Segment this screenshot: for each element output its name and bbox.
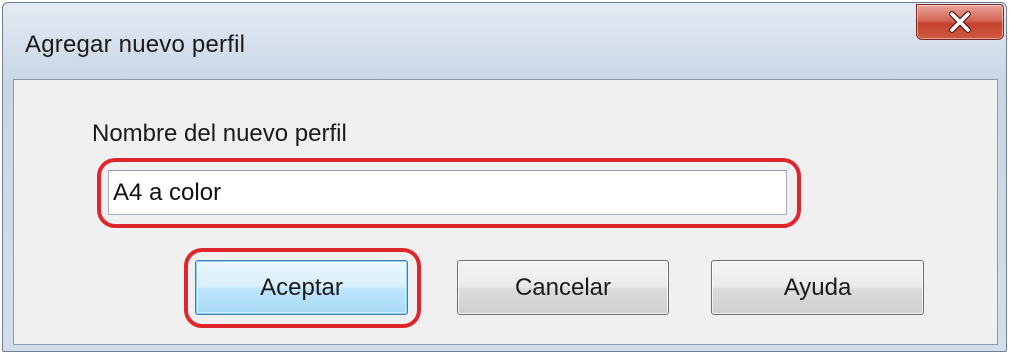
profile-name-label: Nombre del nuevo perfil — [92, 120, 347, 147]
close-button[interactable] — [916, 4, 1004, 40]
dialog-window: Agregar nuevo perfil Nombre del nuevo pe… — [2, 2, 1007, 352]
accept-button[interactable]: Aceptar — [195, 260, 408, 315]
title-bar[interactable]: Agregar nuevo perfil — [3, 3, 1006, 73]
dialog-title: Agregar nuevo perfil — [25, 31, 246, 58]
cancel-button[interactable]: Cancelar — [457, 260, 669, 315]
close-icon — [947, 11, 973, 33]
dialog-body: Nombre del nuevo perfil Aceptar Cancelar… — [13, 79, 998, 345]
help-button[interactable]: Ayuda — [711, 260, 924, 315]
profile-name-input[interactable] — [108, 170, 787, 215]
